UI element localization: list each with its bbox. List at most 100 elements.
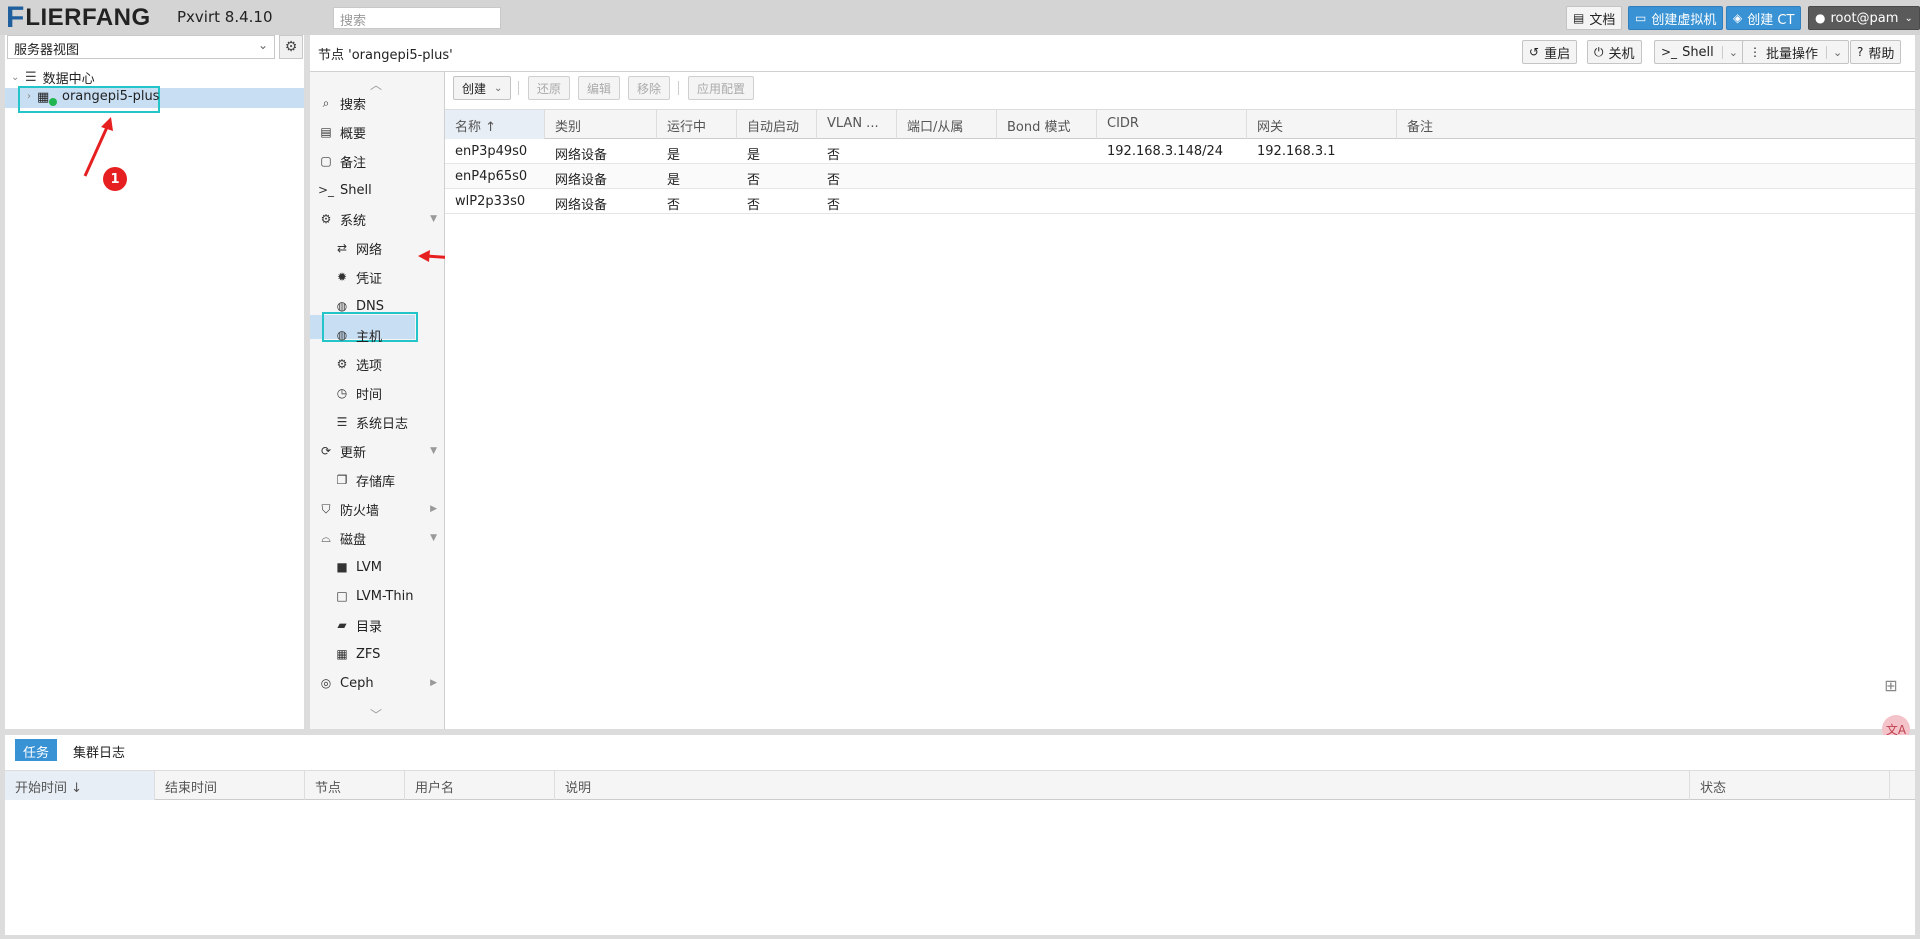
cell-cidr: 192.168.3.148/24	[1107, 144, 1224, 159]
cell-type: 网络设备	[555, 198, 608, 213]
chevron-down-icon[interactable]: ⌄	[1826, 45, 1842, 59]
menu-item-label: DNS	[356, 298, 384, 314]
docs-label: 文档	[1589, 12, 1616, 28]
menu-item-firewall[interactable]: ⛉ 防火墙 ▶	[318, 497, 453, 521]
chevron-down-icon[interactable]: ⌄	[1721, 45, 1738, 59]
menu-item-summary[interactable]: ▤ 概要	[318, 120, 453, 144]
expand-icon[interactable]: ▶	[430, 504, 437, 514]
version-label: Pxvirt 8.4.10	[177, 8, 273, 26]
menu-item-shell[interactable]: >_ Shell	[318, 178, 453, 202]
network-arrows-icon: ⇄	[336, 241, 348, 255]
cell-gateway	[1247, 189, 1267, 213]
search-icon: ⌕	[322, 95, 330, 110]
menu-item-search[interactable]: ⌕ 搜索	[318, 91, 453, 115]
revert-button[interactable]: 还原	[528, 76, 571, 100]
col-user[interactable]: 用户名	[405, 771, 555, 800]
user-label: root@pam	[1830, 10, 1899, 26]
create-ct-button[interactable]: ◈ 创建 CT	[1726, 6, 1802, 30]
menu-item-label: 目录	[356, 619, 383, 635]
ceph-icon: ◎	[320, 676, 332, 690]
col-comment[interactable]: 备注	[1397, 110, 1915, 139]
menu-item-system[interactable]: ⚙ 系统 ▼	[318, 207, 453, 231]
col-active[interactable]: 运行中	[657, 110, 737, 139]
col-node[interactable]: 节点	[305, 771, 405, 800]
user-menu-button[interactable]: ● root@pam ⌄	[1808, 6, 1920, 30]
menu-item-updates[interactable]: ⟳ 更新 ▼	[318, 439, 453, 463]
table-row[interactable]: enP4p65s0 网络设备 是 否 否	[445, 164, 1915, 189]
menu-item-label: 搜索	[340, 97, 367, 113]
apply-config-button[interactable]: 应用配置	[688, 76, 755, 100]
menu-item-label: LVM	[356, 559, 382, 575]
cell-cidr	[1097, 189, 1117, 213]
apps-icon[interactable]: ⊞	[1877, 671, 1905, 699]
refresh-icon: ⟳	[320, 444, 332, 458]
col-bond[interactable]: Bond 模式	[997, 110, 1097, 139]
reboot-label: 重启	[1544, 46, 1571, 62]
copy-icon: ❐	[336, 473, 348, 487]
chevron-down-icon[interactable]: ⌄	[494, 83, 502, 94]
menu-item-label: 存储库	[356, 474, 396, 490]
scroll-down-icon[interactable]: ﹀	[370, 706, 382, 723]
menu-item-label: 防火墙	[340, 503, 380, 519]
menu-item-ceph[interactable]: ◎ Ceph ▶	[318, 671, 453, 695]
col-type[interactable]: 类别	[545, 110, 657, 139]
help-button[interactable]: ? 帮助	[1850, 40, 1902, 64]
node-side-menu: ︿ ⌕ 搜索 ▤ 概要 ▢ 备注 >_ Shell ⚙ 系统 ▼ ⇄ 网络 ✹ …	[310, 71, 445, 729]
more-vertical-icon: ⋮	[1749, 45, 1761, 59]
network-grid: 创建 ⌄ 还原 编辑 移除 应用配置 名称 ↑ 类别 运行中 自动启动 VLAN…	[445, 71, 1915, 729]
shell-button[interactable]: >_ Shell ⌄	[1654, 40, 1745, 64]
collapse-icon[interactable]: ▼	[430, 214, 437, 224]
logo: F LIERFANG	[6, 3, 151, 33]
menu-item-label: 磁盘	[340, 532, 367, 548]
create-button[interactable]: 创建 ⌄	[453, 76, 512, 100]
remove-button[interactable]: 移除	[628, 76, 671, 100]
global-search-input[interactable]: 搜索	[333, 7, 501, 29]
col-end-time[interactable]: 结束时间	[155, 771, 305, 800]
gear-icon: ⚙	[336, 357, 348, 371]
col-start-time[interactable]: 开始时间 ↓	[5, 771, 155, 800]
col-cidr[interactable]: CIDR	[1097, 110, 1247, 139]
undo-icon: ↺	[1529, 45, 1540, 59]
help-label: 帮助	[1868, 46, 1895, 62]
chevron-down-icon: ⌄	[1904, 12, 1913, 24]
grid-header: 名称 ↑ 类别 运行中 自动启动 VLAN ... 端口/从属 Bond 模式 …	[445, 109, 1915, 139]
create-vm-label: 创建虚拟机	[1651, 12, 1717, 28]
col-status[interactable]: 状态	[1690, 771, 1890, 800]
task-log-panel: 任务 集群日志 开始时间 ↓ 结束时间 节点 用户名 说明 状态	[5, 735, 1915, 935]
docs-button[interactable]: ▤ 文档	[1566, 6, 1623, 30]
menu-item-label: LVM-Thin	[356, 588, 414, 604]
menu-item-notes[interactable]: ▢ 备注	[318, 149, 453, 173]
shutdown-button[interactable]: ⏻ 关机	[1587, 40, 1642, 64]
annotation-badge-1: 1	[103, 167, 127, 191]
shutdown-label: 关机	[1608, 46, 1635, 62]
col-ports[interactable]: 端口/从属	[897, 110, 997, 139]
col-name[interactable]: 名称 ↑	[445, 110, 545, 139]
logo-text: LIERFANG	[25, 4, 151, 31]
cell-name: enP3p49s0	[455, 144, 528, 159]
col-vlan[interactable]: VLAN ...	[817, 110, 897, 139]
globe-icon: ◍	[336, 328, 348, 342]
table-row[interactable]: enP3p49s0 网络设备 是 是 否 192.168.3.148/24 19…	[445, 139, 1915, 164]
col-description[interactable]: 说明	[555, 771, 1690, 800]
col-gateway[interactable]: 网关	[1247, 110, 1397, 139]
bulk-actions-button[interactable]: ⋮ 批量操作 ⌄	[1742, 40, 1850, 64]
user-icon: ●	[1815, 11, 1826, 25]
edit-button[interactable]: 编辑	[578, 76, 621, 100]
menu-item-disks[interactable]: ⌓ 磁盘 ▼	[318, 526, 453, 550]
collapse-icon[interactable]: ▼	[430, 446, 437, 456]
clock-icon: ◷	[336, 386, 348, 400]
create-label: 创建	[462, 81, 487, 96]
tab-tasks[interactable]: 任务	[15, 739, 58, 761]
reboot-button[interactable]: ↺ 重启	[1522, 40, 1578, 64]
menu-item-label: 系统日志	[356, 416, 409, 432]
collapse-icon[interactable]: ▼	[430, 533, 437, 543]
col-autostart[interactable]: 自动启动	[737, 110, 817, 139]
cell-type: 网络设备	[555, 148, 608, 163]
tab-cluster-log[interactable]: 集群日志	[65, 739, 133, 761]
terminal-icon: >_	[318, 183, 335, 197]
expand-icon[interactable]: ▶	[430, 678, 437, 688]
create-vm-button[interactable]: ▭ 创建虚拟机	[1628, 6, 1724, 30]
table-row[interactable]: wlP2p33s0 网络设备 否 否 否	[445, 189, 1915, 214]
menu-item-label: Shell	[340, 182, 372, 198]
power-icon: ⏻	[1594, 44, 1604, 59]
